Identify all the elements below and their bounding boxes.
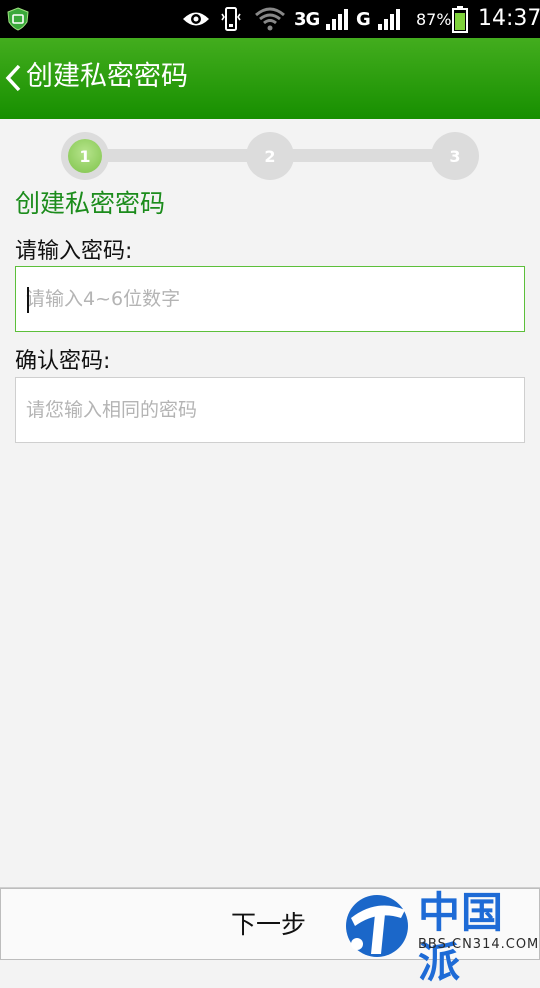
password-label: 请输入密码: <box>15 239 133 264</box>
confirm-password-input[interactable] <box>16 378 524 442</box>
security-app-icon <box>7 7 29 31</box>
battery-percent: 87% <box>416 10 452 29</box>
signal-strength-icon <box>326 9 348 30</box>
text-cursor <box>27 287 29 313</box>
section-title: 创建私密密码 <box>15 189 166 218</box>
step-2-indicator: 2 <box>246 132 294 180</box>
network-3g-indicator: 3G <box>294 9 320 30</box>
network-g-indicator: G <box>356 9 371 30</box>
step-3-label: 3 <box>449 146 461 166</box>
action-bar: 创建私密密码 <box>0 38 540 119</box>
back-arrow-icon[interactable] <box>4 63 22 93</box>
step-1-indicator: 1 <box>61 132 109 180</box>
eye-icon <box>183 12 209 26</box>
confirm-password-label: 确认密码: <box>15 349 111 374</box>
watermark-url: BBS.CN314.COM <box>418 937 540 952</box>
clock: 14:37 <box>478 6 540 31</box>
step-2-label: 2 <box>264 146 276 166</box>
wifi-icon <box>255 7 285 31</box>
confirm-password-field-container[interactable] <box>15 377 525 443</box>
password-input[interactable] <box>16 267 524 331</box>
next-step-label: 下一步 <box>231 910 307 939</box>
page-title: 创建私密密码 <box>26 61 188 92</box>
step-1-label: 1 <box>79 146 91 166</box>
signal-strength-icon <box>378 9 400 30</box>
status-bar: 3G G 87% 14:37 <box>0 0 540 38</box>
vibrate-icon <box>221 7 241 31</box>
watermark-logo-icon <box>346 895 408 957</box>
password-field-container[interactable] <box>15 266 525 332</box>
battery-icon <box>452 6 468 33</box>
step-3-indicator: 3 <box>431 132 479 180</box>
